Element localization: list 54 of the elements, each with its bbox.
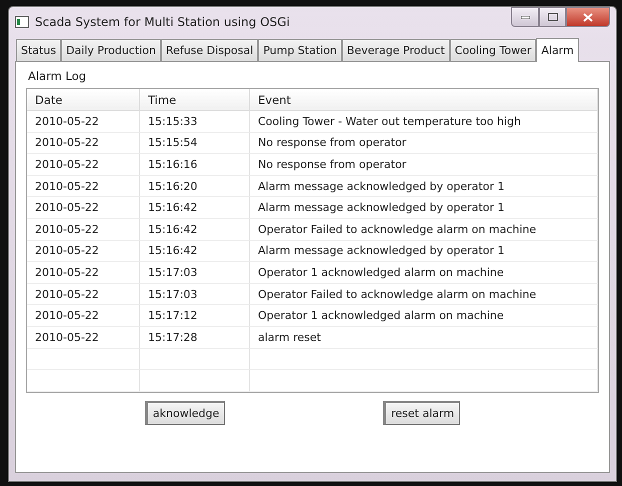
table-cell: 2010-05-22: [27, 218, 140, 241]
acknowledge-button[interactable]: aknowledge: [144, 400, 226, 425]
table-cell: Operator Failed to acknowledge alarm on machine: [250, 284, 598, 306]
column-header[interactable]: Time: [140, 89, 250, 111]
tab[interactable]: Beverage Product: [342, 39, 450, 61]
table-cell: 2010-05-22: [27, 111, 140, 133]
table-cell: 15:16:42: [140, 218, 250, 241]
table-cell: Alarm message acknowledged by operator 1: [250, 240, 598, 262]
table-cell: alarm reset: [250, 326, 598, 349]
table-cell: 15:16:42: [140, 240, 250, 262]
table-cell: 2010-05-22: [27, 326, 140, 349]
table-cell: Alarm message acknowledged by operator 1: [250, 176, 598, 198]
table-cell: 15:17:03: [140, 262, 250, 284]
tab[interactable]: Daily Production: [61, 39, 161, 61]
column-header[interactable]: Event: [250, 89, 598, 111]
table-cell: Operator 1 acknowledged alarm on machine: [250, 262, 598, 284]
table-cell: Cooling Tower - Water out temperature too high: [250, 111, 598, 133]
table-cell: No response from operator: [250, 132, 598, 154]
table-cell: 2010-05-22: [27, 284, 140, 306]
table-cell: 2010-05-22: [27, 176, 140, 198]
tab[interactable]: Alarm: [536, 38, 579, 62]
table-cell: Operator Failed to acknowledge alarm on machine: [250, 218, 598, 241]
table-cell: 15:16:16: [140, 154, 250, 176]
table-cell: 15:16:42: [140, 197, 250, 219]
window-title: Scada System for Multi Station using OSGi: [35, 15, 290, 29]
table-cell: 2010-05-22: [27, 240, 140, 262]
column-header[interactable]: Date: [27, 89, 140, 111]
close-icon: [583, 12, 593, 22]
reset-button[interactable]: reset alarm: [383, 400, 460, 425]
tab[interactable]: Refuse Disposal: [160, 39, 258, 61]
tab[interactable]: Cooling Tower: [450, 39, 536, 61]
maximize-icon: [548, 13, 558, 21]
table-cell: 15:17:12: [140, 305, 250, 327]
table-cell: No response from operator: [250, 154, 598, 176]
close-button[interactable]: [566, 7, 610, 27]
table-cell: 2010-05-22: [27, 262, 140, 284]
table-cell: 15:15:33: [140, 111, 250, 133]
tab[interactable]: Pump Station: [258, 39, 342, 61]
panel-title: Alarm Log: [27, 68, 88, 85]
table-cell: 15:16:20: [140, 176, 250, 198]
table-cell: 15:17:03: [140, 284, 250, 306]
table-cell: 15:15:54: [140, 132, 250, 154]
tab[interactable]: Status: [16, 39, 62, 61]
table-cell: 2010-05-22: [27, 305, 140, 327]
table-cell: Operator 1 acknowledged alarm on machine: [250, 305, 598, 327]
table-cell: Alarm message acknowledged by operator 1: [250, 197, 598, 219]
table-cell: 2010-05-22: [27, 154, 140, 176]
maximize-button[interactable]: [539, 7, 566, 27]
app-icon: [15, 16, 29, 28]
table-cell: 2010-05-22: [27, 132, 140, 154]
table-cell: 15:17:28: [140, 326, 250, 349]
table-cell: 2010-05-22: [27, 197, 140, 219]
minimize-icon: [520, 16, 530, 18]
minimize-button[interactable]: [511, 7, 539, 27]
